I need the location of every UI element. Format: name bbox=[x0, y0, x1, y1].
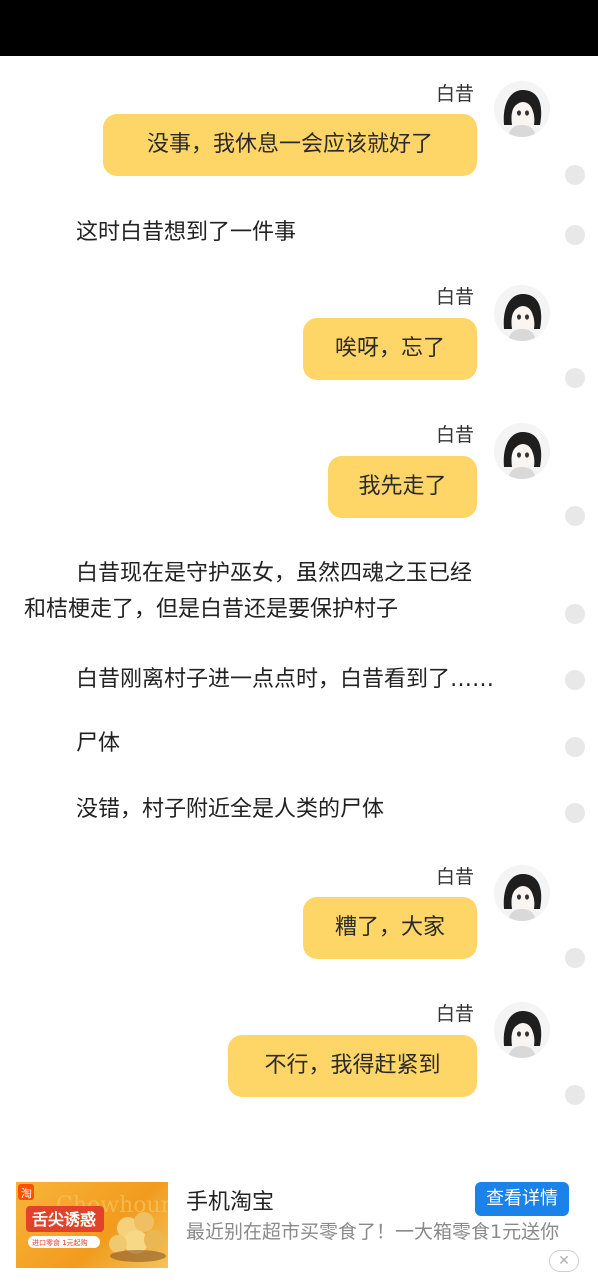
avatar-icon[interactable] bbox=[494, 81, 550, 137]
ad-image-headline: 舌尖诱惑 bbox=[32, 1210, 96, 1229]
ad-image-brand: 淘 bbox=[21, 1187, 32, 1200]
close-icon[interactable]: ✕ bbox=[549, 1250, 579, 1272]
gray-dot-icon bbox=[565, 948, 585, 968]
narration-text: 尸体 bbox=[76, 731, 121, 756]
gray-dot-icon bbox=[565, 225, 585, 245]
avatar-icon[interactable] bbox=[494, 285, 550, 341]
gray-dot-icon bbox=[565, 506, 585, 526]
chat-content[interactable]: 白昔 没事，我休息一会应该就好了 这时白昔想到了一件事 白昔 唉呀，忘了 白昔 … bbox=[0, 56, 598, 1166]
speaker-name: 白昔 bbox=[436, 866, 475, 888]
ad-image[interactable]: Chowhound 淘 舌尖诱惑 进口零食 1元起购 bbox=[16, 1182, 168, 1268]
narration-text: 这时白昔想到了一件事 bbox=[76, 220, 297, 245]
ad-banner[interactable]: Chowhound 淘 舌尖诱惑 进口零食 1元起购 手机淘宝 最近别在超市买零… bbox=[0, 1166, 598, 1280]
gray-dot-icon bbox=[565, 604, 585, 624]
gray-dot-icon bbox=[565, 368, 585, 388]
ad-title[interactable]: 手机淘宝 bbox=[186, 1184, 274, 1216]
message-bubble[interactable]: 没事，我休息一会应该就好了 bbox=[103, 114, 477, 176]
gray-dot-icon bbox=[565, 165, 585, 185]
avatar-icon[interactable] bbox=[494, 423, 550, 479]
speaker-name: 白昔 bbox=[436, 83, 475, 105]
message-bubble[interactable]: 唉呀，忘了 bbox=[303, 318, 477, 380]
message-bubble[interactable]: 我先走了 bbox=[328, 456, 477, 518]
gray-dot-icon bbox=[565, 1085, 585, 1105]
avatar-icon[interactable] bbox=[494, 1002, 550, 1058]
narration-text: 和桔梗走了，但是白昔还是要保护村子 bbox=[24, 597, 399, 622]
narration-text: 白昔现在是守护巫女，虽然四魂之玉已经 bbox=[76, 561, 473, 586]
ad-description[interactable]: 最近别在超市买零食了！一大箱零食1元送你 bbox=[186, 1218, 582, 1246]
gray-dot-icon bbox=[565, 670, 585, 690]
speaker-name: 白昔 bbox=[436, 1003, 475, 1025]
speaker-name: 白昔 bbox=[436, 286, 475, 308]
message-bubble[interactable]: 糟了，大家 bbox=[303, 897, 477, 959]
ad-image-caption: 进口零食 1元起购 bbox=[32, 1238, 88, 1247]
status-bar bbox=[0, 0, 598, 56]
gray-dot-icon bbox=[565, 737, 585, 757]
avatar-icon[interactable] bbox=[494, 865, 550, 921]
gray-dot-icon bbox=[565, 803, 585, 823]
view-details-button[interactable]: 查看详情 bbox=[475, 1182, 569, 1216]
narration-text: 没错，村子附近全是人类的尸体 bbox=[76, 797, 385, 822]
narration-text: 白昔刚离村子进一点点时，白昔看到了…… bbox=[76, 667, 495, 692]
speaker-name: 白昔 bbox=[436, 424, 475, 446]
message-bubble[interactable]: 不行，我得赶紧到 bbox=[228, 1035, 477, 1097]
